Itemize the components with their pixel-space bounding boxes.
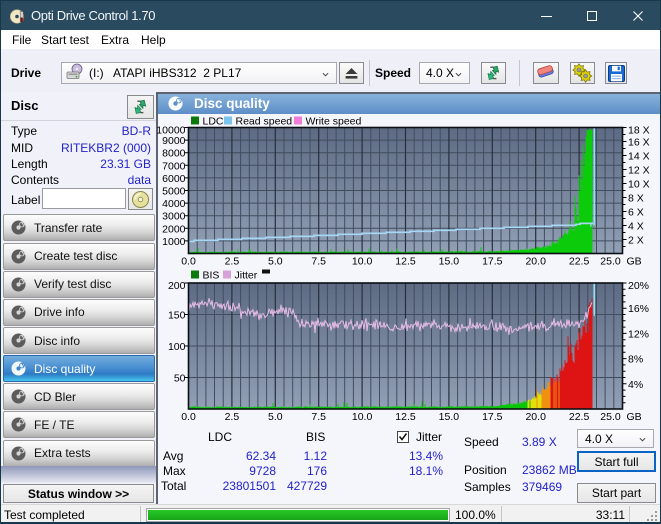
svg-text:20.0: 20.0 (525, 411, 546, 423)
svg-text:16 X: 16 X (628, 137, 650, 149)
svg-text:4 X: 4 X (628, 221, 644, 233)
svg-text:50: 50 (174, 373, 186, 385)
svg-text:14 X: 14 X (628, 151, 650, 163)
svg-text:10 X: 10 X (628, 179, 650, 191)
svg-text:22.5: 22.5 (569, 411, 590, 423)
svg-text:3000: 3000 (162, 211, 186, 223)
svg-text:100: 100 (168, 341, 186, 353)
svg-text:17.5: 17.5 (482, 411, 503, 423)
svg-text:10.0: 10.0 (352, 411, 373, 423)
svg-text:12 X: 12 X (628, 165, 650, 177)
svg-text:12%: 12% (628, 328, 649, 340)
svg-text:12.5: 12.5 (395, 411, 416, 423)
svg-text:8000: 8000 (162, 148, 186, 160)
svg-text:7000: 7000 (162, 160, 186, 172)
svg-text:6 X: 6 X (628, 207, 644, 219)
svg-text:7.5: 7.5 (311, 411, 326, 423)
svg-text:0.0: 0.0 (181, 411, 196, 423)
svg-text:15.0: 15.0 (439, 256, 460, 268)
svg-text:Read speed: Read speed (236, 116, 293, 128)
svg-text:15.0: 15.0 (439, 411, 460, 423)
svg-text:2.5: 2.5 (225, 411, 240, 423)
svg-text:GB: GB (627, 411, 642, 423)
svg-text:1000: 1000 (162, 236, 186, 248)
svg-text:200: 200 (168, 280, 186, 292)
svg-text:18 X: 18 X (628, 125, 650, 137)
svg-text:25.0: 25.0 (600, 411, 621, 423)
svg-text:BIS: BIS (203, 270, 220, 282)
svg-text:16%: 16% (628, 303, 649, 315)
svg-text:25.0: 25.0 (600, 256, 621, 268)
svg-text:8 X: 8 X (628, 193, 644, 205)
svg-text:17.5: 17.5 (482, 256, 503, 268)
svg-text:22.5: 22.5 (569, 256, 590, 268)
svg-text:9000: 9000 (162, 135, 186, 147)
svg-text:12.5: 12.5 (395, 256, 416, 268)
svg-text:6000: 6000 (162, 173, 186, 185)
svg-text:5.0: 5.0 (268, 256, 283, 268)
svg-text:7.5: 7.5 (311, 256, 326, 268)
svg-text:8%: 8% (628, 354, 643, 366)
svg-text:20%: 20% (628, 280, 649, 292)
svg-text:20.0: 20.0 (525, 256, 546, 268)
svg-text:5000: 5000 (162, 186, 186, 198)
svg-text:Jitter: Jitter (235, 270, 258, 282)
svg-text:10.0: 10.0 (352, 256, 373, 268)
svg-text:10000: 10000 (156, 125, 185, 137)
svg-text:LDC: LDC (203, 116, 224, 128)
svg-text:Write speed: Write speed (306, 116, 362, 128)
svg-text:4%: 4% (628, 379, 643, 391)
svg-text:5.0: 5.0 (268, 411, 283, 423)
svg-text:GB: GB (627, 256, 642, 268)
svg-text:2 X: 2 X (628, 235, 644, 247)
svg-text:4000: 4000 (162, 198, 186, 210)
svg-text:150: 150 (168, 310, 186, 322)
svg-text:2.5: 2.5 (225, 256, 240, 268)
svg-text:2000: 2000 (162, 223, 186, 235)
svg-text:0.0: 0.0 (181, 256, 196, 268)
